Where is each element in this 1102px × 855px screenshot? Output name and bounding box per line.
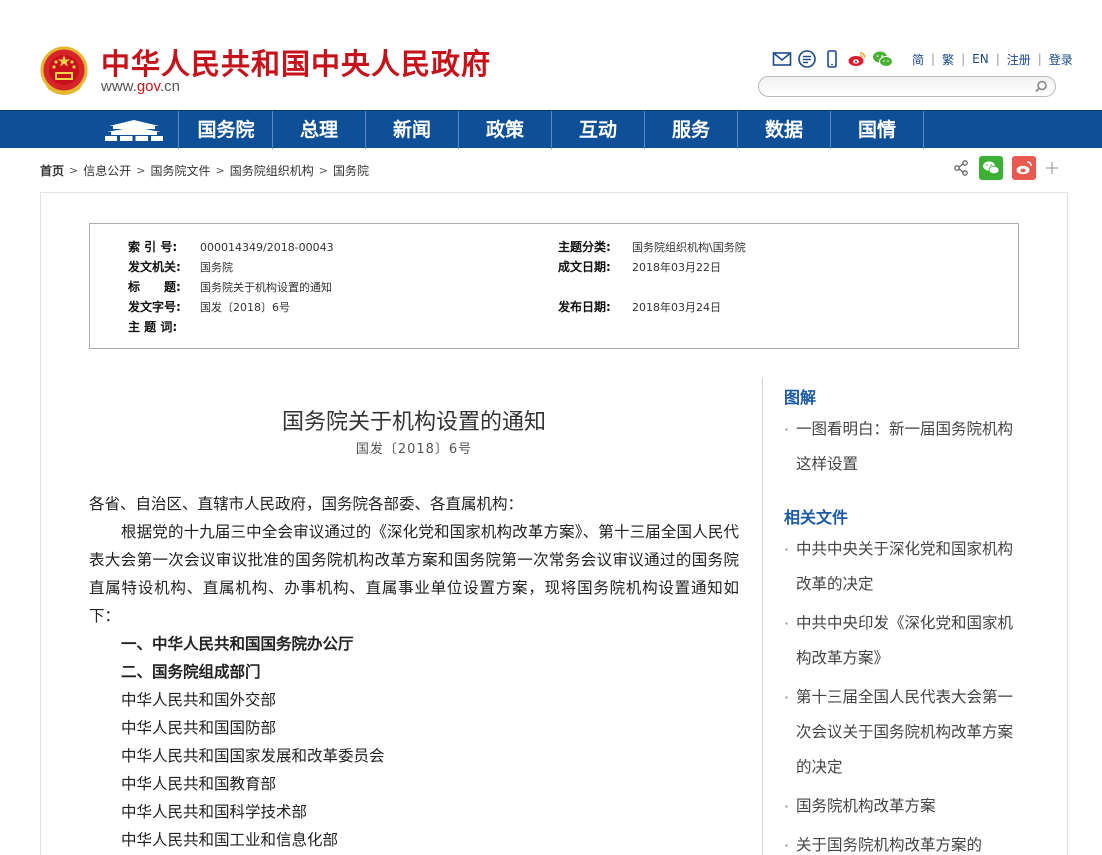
nav-item-national-info[interactable]: 国情 bbox=[831, 111, 924, 149]
lang-simplified-link[interactable]: 简 bbox=[905, 51, 931, 68]
breadcrumb-arrow-icon: > bbox=[215, 164, 225, 177]
department-item: 中华人民共和国国防部 bbox=[121, 719, 277, 737]
nav-item-interaction[interactable]: 互动 bbox=[552, 111, 645, 149]
nav-item-policies[interactable]: 政策 bbox=[459, 111, 552, 149]
mobile-icon[interactable] bbox=[822, 49, 842, 69]
sidebar-illustration-list: 一图看明白：新一届国务院机构这样设置 bbox=[784, 412, 1014, 482]
site-url[interactable]: www.gov.cn bbox=[101, 78, 180, 95]
meta-subject-label: 主题分类: bbox=[558, 240, 611, 254]
breadcrumb-council-docs[interactable]: 国务院文件 bbox=[150, 162, 210, 179]
share-icon[interactable] bbox=[952, 159, 970, 177]
sidebar-related-item[interactable]: 第十三届全国人民代表大会第一次会议关于国务院机构改革方案的决定 bbox=[784, 680, 1014, 785]
column-divider bbox=[762, 378, 763, 855]
meta-index-value: 000014349/2018-00043 bbox=[200, 241, 334, 254]
sidebar-illustration-heading: 图解 bbox=[784, 388, 817, 407]
site-title[interactable]: 中华人民共和国中央人民政府 bbox=[101, 41, 491, 83]
weibo-icon[interactable] bbox=[847, 49, 867, 69]
meta-title-value: 国务院关于机构设置的通知 bbox=[200, 281, 332, 294]
breadcrumb-info-public[interactable]: 信息公开 bbox=[83, 162, 131, 179]
sidebar-related-item[interactable]: 关于国务院机构改革方案的 bbox=[784, 828, 1014, 855]
site-url-prefix: www. bbox=[101, 78, 137, 95]
meta-subject-row: 主题分类: 国务院组织机构\国务院 bbox=[558, 238, 746, 255]
breadcrumb-state-council[interactable]: 国务院 bbox=[333, 162, 369, 179]
meta-subject-value: 国务院组织机构\国务院 bbox=[632, 241, 746, 254]
breadcrumb: 首页 > 信息公开 > 国务院文件 > 国务院组织机构 > 国务院 bbox=[40, 162, 369, 179]
top-tools: 简 | 繁 | EN | 注册 | 登录 bbox=[772, 48, 1080, 70]
department-item: 中华人民共和国外交部 bbox=[121, 691, 277, 709]
breadcrumb-home[interactable]: 首页 bbox=[40, 162, 64, 179]
meta-pub-label: 发布日期: bbox=[558, 300, 611, 314]
meta-title-row: 标 题: 国务院关于机构设置的通知 bbox=[128, 278, 332, 295]
article-title: 国务院关于机构设置的通知 bbox=[281, 410, 546, 435]
nav-item-data[interactable]: 数据 bbox=[738, 111, 831, 149]
nav-item-state-council[interactable]: 国务院 bbox=[180, 111, 273, 149]
sidebar-illustration-item[interactable]: 一图看明白：新一届国务院机构这样设置 bbox=[784, 412, 1014, 482]
department-item: 中华人民共和国工业和信息化部 bbox=[121, 831, 339, 849]
sidebar-related-list: 中共中央关于深化党和国家机构改革的决定 中共中央印发《深化党和国家机构改革方案》… bbox=[784, 532, 1014, 855]
article-section-1: 一、中华人民共和国国务院办公厅 bbox=[121, 635, 354, 653]
article-salutation: 各省、自治区、直辖市人民政府，国务院各部委、各直属机构： bbox=[89, 495, 524, 513]
tiananmen-home-icon bbox=[105, 120, 163, 141]
nav-item-premier[interactable]: 总理 bbox=[273, 111, 366, 149]
sidebar: 图解 一图看明白：新一届国务院机构这样设置 相关文件 中共中央关于深化党和国家机… bbox=[784, 378, 1014, 855]
meta-keywords-label: 主 题 词: bbox=[128, 320, 178, 334]
article-section-2: 二、国务院组成部门 bbox=[121, 663, 261, 681]
meta-docno-row: 发文字号: 国发〔2018〕6号 bbox=[128, 298, 290, 315]
search-input[interactable] bbox=[769, 79, 1029, 94]
main-nav: 国务院 总理 新闻 政策 互动 服务 数据 国情 bbox=[0, 110, 1102, 149]
department-item: 中华人民共和国国家发展和改革委员会 bbox=[121, 747, 385, 765]
meta-pub-row: 发布日期: 2018年03月24日 bbox=[558, 298, 721, 315]
meta-issuer-value: 国务院 bbox=[200, 261, 233, 274]
meta-pub-value: 2018年03月24日 bbox=[632, 301, 721, 314]
register-link[interactable]: 注册 bbox=[1000, 51, 1038, 68]
breadcrumb-arrow-icon: > bbox=[69, 164, 79, 177]
meta-docno-value: 国发〔2018〕6号 bbox=[200, 301, 290, 314]
meta-written-label: 成文日期: bbox=[558, 260, 611, 274]
wechat-icon[interactable] bbox=[872, 49, 894, 69]
sidebar-related-heading: 相关文件 bbox=[784, 508, 849, 527]
department-item: 中华人民共和国科学技术部 bbox=[121, 803, 308, 821]
article-body: 各省、自治区、直辖市人民政府，国务院各部委、各直属机构： 根据党的十九届三中全会… bbox=[89, 490, 739, 854]
sidebar-related-item[interactable]: 中共中央印发《深化党和国家机构改革方案》 bbox=[784, 606, 1014, 676]
meta-issuer-row: 发文机关: 国务院 bbox=[128, 258, 233, 275]
breadcrumb-council-org[interactable]: 国务院组织机构 bbox=[230, 162, 314, 179]
sidebar-related-item[interactable]: 中共中央关于深化党和国家机构改革的决定 bbox=[784, 532, 1014, 602]
nav-item-services[interactable]: 服务 bbox=[645, 111, 738, 149]
site-url-gov: gov bbox=[136, 78, 160, 95]
meta-written-value: 2018年03月22日 bbox=[632, 261, 721, 274]
share-wechat-icon[interactable] bbox=[979, 156, 1003, 180]
department-item: 中华人民共和国教育部 bbox=[121, 775, 277, 793]
search-box bbox=[758, 76, 1056, 97]
mail-icon[interactable] bbox=[772, 49, 792, 69]
search-icon[interactable] bbox=[1033, 79, 1049, 95]
share-weibo-icon[interactable] bbox=[1012, 156, 1036, 180]
rss-icon[interactable] bbox=[797, 49, 817, 69]
meta-keywords-row: 主 题 词: bbox=[128, 318, 200, 335]
share-more-icon[interactable] bbox=[1045, 161, 1059, 175]
site-url-suffix: cn bbox=[164, 78, 180, 95]
sidebar-related-item[interactable]: 国务院机构改革方案 bbox=[784, 789, 1014, 824]
nav-home[interactable] bbox=[90, 111, 179, 149]
national-emblem-icon[interactable] bbox=[40, 45, 88, 97]
document-meta-table: 索 引 号: 000014349/2018-00043 主题分类: 国务院组织机构\… bbox=[89, 223, 1019, 349]
breadcrumb-arrow-icon: > bbox=[136, 164, 146, 177]
nav-item-news[interactable]: 新闻 bbox=[366, 111, 459, 149]
article-intro: 根据党的十九届三中全会审议通过的《深化党和国家机构改革方案》、第十三届全国人民代… bbox=[89, 523, 739, 625]
nav-items: 国务院 总理 新闻 政策 互动 服务 数据 国情 bbox=[180, 111, 924, 149]
meta-index-label: 索 引 号: bbox=[128, 240, 178, 254]
lang-english-link[interactable]: EN bbox=[965, 52, 996, 66]
meta-written-row: 成文日期: 2018年03月22日 bbox=[558, 258, 721, 275]
breadcrumb-arrow-icon: > bbox=[318, 164, 328, 177]
share-bar bbox=[952, 156, 1068, 180]
language-account-links: 简 | 繁 | EN | 注册 | 登录 bbox=[905, 51, 1080, 68]
meta-docno-label: 发文字号: bbox=[128, 300, 181, 314]
login-link[interactable]: 登录 bbox=[1042, 51, 1080, 68]
lang-traditional-link[interactable]: 繁 bbox=[935, 51, 961, 68]
meta-title-label: 标 题: bbox=[128, 280, 181, 294]
meta-index-row: 索 引 号: 000014349/2018-00043 bbox=[128, 238, 334, 255]
meta-issuer-label: 发文机关: bbox=[128, 260, 181, 274]
article-doc-number: 国发〔2018〕6号 bbox=[355, 442, 473, 457]
site-header: 中华人民共和国中央人民政府 www.gov.cn 简 | 繁 | EN | 注册 | 登… bbox=[0, 0, 1102, 110]
